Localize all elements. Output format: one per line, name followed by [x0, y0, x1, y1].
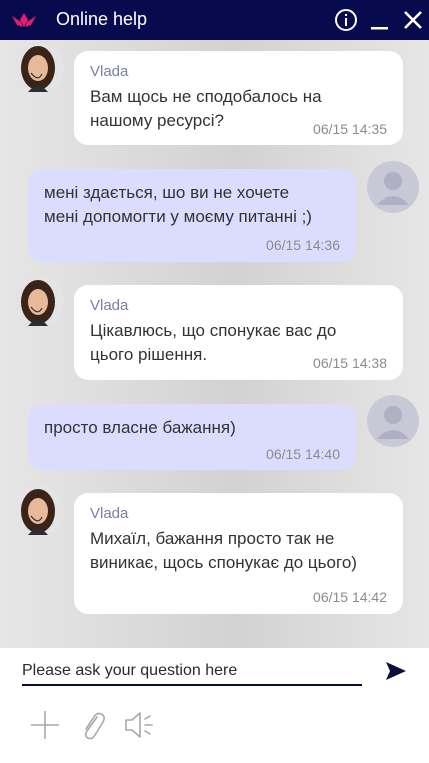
message-timestamp: 06/15 14:38: [313, 355, 387, 371]
message-bubble: Vlada Цікавлюсь, що спонукає вас до цьог…: [74, 285, 403, 380]
chat-history[interactable]: Vlada Вам щось не сподобалось на нашому …: [0, 40, 429, 648]
speaker-muted-icon[interactable]: [122, 708, 156, 742]
paperclip-icon[interactable]: [76, 708, 110, 742]
sender-name: Vlada: [90, 505, 129, 522]
user-avatar-icon: [367, 395, 419, 447]
message-timestamp: 06/15 14:40: [266, 446, 340, 462]
message-text-line: Вам щось не сподобалось на: [90, 87, 322, 106]
message-bubble: Vlada Михаїл, бажання просто так не вини…: [74, 493, 403, 614]
minimize-icon[interactable]: [368, 8, 392, 32]
message-bubble: просто власне бажання) 06/15 14:40: [28, 404, 356, 470]
message-text-line: мені здається, шо ви не хочете: [44, 183, 290, 202]
title-bar: Online help: [0, 0, 429, 40]
agent-avatar: [12, 42, 64, 94]
agent-avatar: [12, 276, 64, 328]
close-icon[interactable]: [401, 8, 425, 32]
sender-name: Vlada: [90, 63, 129, 80]
message-bubble: Vlada Вам щось не сподобалось на нашому …: [74, 51, 403, 145]
sender-name: Vlada: [90, 297, 129, 314]
info-icon[interactable]: [334, 8, 358, 32]
agent-avatar: [12, 485, 64, 537]
message-timestamp: 06/15 14:42: [313, 589, 387, 605]
message-bubble: мені здається, шо ви не хочете мені допо…: [28, 169, 356, 262]
message-timestamp: 06/15 14:36: [266, 237, 340, 253]
message-text-line: виникає, щось спонукає до цього): [90, 553, 357, 572]
message-text-line: мені допомогти у моєму питанні ;): [44, 207, 312, 226]
message-text-line: Михаїл, бажання просто так не: [90, 529, 335, 548]
message-text-line: Цікавлюсь, що спонукає вас до: [90, 321, 337, 340]
message-text-line: просто власне бажання): [44, 418, 236, 437]
plus-icon[interactable]: [28, 708, 62, 742]
message-timestamp: 06/15 14:35: [313, 121, 387, 137]
user-avatar-icon: [367, 161, 419, 213]
window-title: Online help: [56, 9, 148, 29]
question-input[interactable]: [22, 658, 362, 686]
message-composer: [0, 648, 429, 763]
send-icon[interactable]: [384, 660, 408, 682]
lotus-logo-icon: [12, 13, 36, 27]
